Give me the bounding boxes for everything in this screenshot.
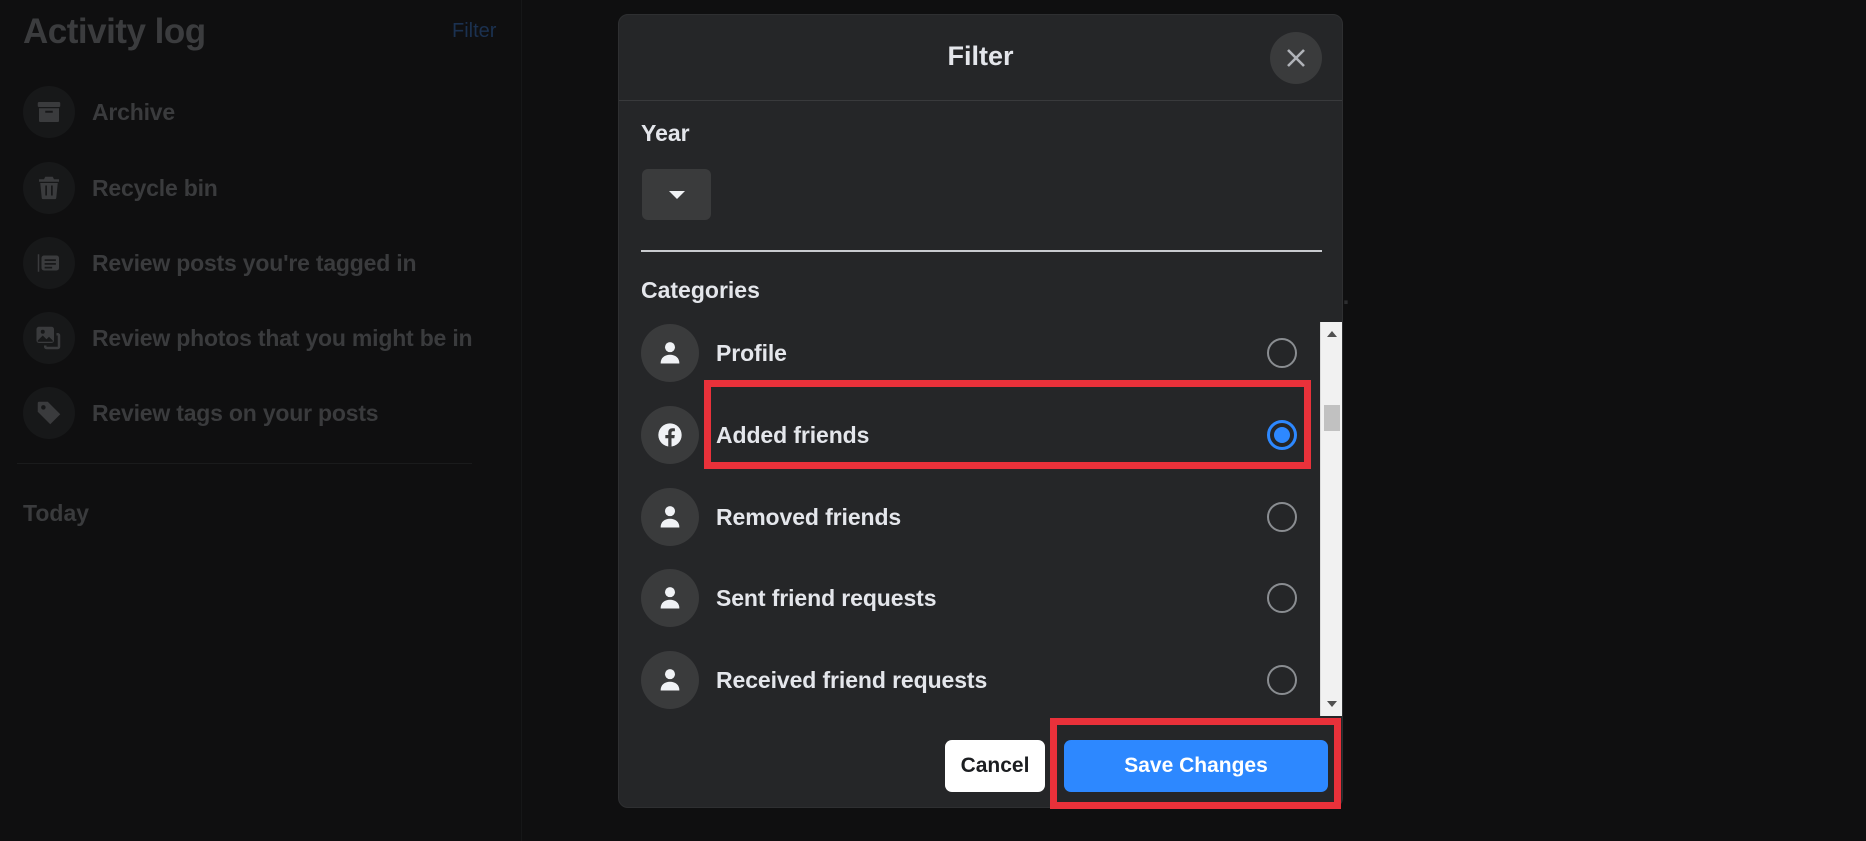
scrollbar-thumb[interactable]: [1324, 405, 1340, 431]
sidebar: Activity log Filter Archive Recycle bin …: [0, 0, 522, 841]
category-radio[interactable]: [1267, 502, 1297, 532]
category-label: Sent friend requests: [716, 584, 937, 611]
year-label: Year: [641, 120, 690, 146]
category-label: Added friends: [716, 421, 870, 448]
filter-link[interactable]: Filter: [452, 20, 496, 43]
photos-icon: [23, 312, 75, 364]
dialog-header: Filter: [619, 15, 1342, 101]
close-icon: [1287, 49, 1305, 67]
save-changes-button[interactable]: Save Changes: [1064, 740, 1328, 792]
person-icon: [641, 488, 699, 546]
category-label: Profile: [716, 339, 787, 366]
sidebar-divider: [17, 463, 472, 464]
sidebar-item-review-tagged-posts[interactable]: Review posts you're tagged in: [23, 236, 503, 290]
scroll-down-arrow-icon[interactable]: [1327, 701, 1337, 707]
section-divider: [641, 250, 1322, 252]
sidebar-item-label: Review tags on your posts: [92, 399, 379, 426]
category-radio[interactable]: [1267, 338, 1297, 368]
page-title: Activity log: [23, 12, 206, 51]
scroll-up-arrow-icon[interactable]: [1327, 331, 1337, 337]
sidebar-item-review-photos[interactable]: Review photos that you might be in: [23, 311, 503, 365]
category-radio[interactable]: [1267, 583, 1297, 613]
filter-dialog: Filter Year Categories Profile Added fri…: [618, 14, 1343, 808]
category-list-scrollbar[interactable]: [1320, 322, 1342, 716]
category-label: Removed friends: [716, 503, 902, 530]
category-item-profile[interactable]: Profile: [641, 321, 1305, 385]
sidebar-item-label: Review posts you're tagged in: [92, 249, 417, 276]
sidebar-item-label: Review photos that you might be in: [92, 324, 473, 351]
person-icon: [641, 651, 699, 709]
archive-icon: [23, 86, 75, 138]
dialog-title: Filter: [947, 41, 1014, 71]
category-item-removed-friends[interactable]: Removed friends: [641, 485, 1305, 549]
caret-down-icon: [668, 190, 685, 199]
category-list: Profile Added friends Removed friends Se…: [619, 321, 1320, 716]
tagged-posts-icon: [23, 237, 75, 289]
category-item-received-friend-requests[interactable]: Received friend requests: [641, 648, 1305, 712]
categories-label: Categories: [641, 277, 760, 303]
tag-icon: [23, 387, 75, 439]
category-radio[interactable]: [1267, 665, 1297, 695]
sidebar-item-label: Archive: [92, 98, 175, 125]
trash-icon: [23, 162, 75, 214]
close-button[interactable]: [1270, 32, 1322, 84]
person-icon: [641, 324, 699, 382]
category-radio-selected[interactable]: [1267, 420, 1297, 450]
year-dropdown[interactable]: [642, 169, 711, 220]
sidebar-item-label: Recycle bin: [92, 174, 218, 201]
person-icon: [641, 569, 699, 627]
sidebar-item-recycle-bin[interactable]: Recycle bin: [23, 161, 503, 215]
cancel-button[interactable]: Cancel: [945, 740, 1045, 792]
facebook-icon: [641, 406, 699, 464]
category-item-sent-friend-requests[interactable]: Sent friend requests: [641, 566, 1305, 630]
category-item-added-friends[interactable]: Added friends: [641, 403, 1305, 467]
sidebar-item-archive[interactable]: Archive: [23, 85, 503, 139]
sidebar-item-review-tags[interactable]: Review tags on your posts: [23, 386, 503, 440]
section-heading-today: Today: [23, 500, 90, 526]
category-label: Received friend requests: [716, 666, 988, 693]
